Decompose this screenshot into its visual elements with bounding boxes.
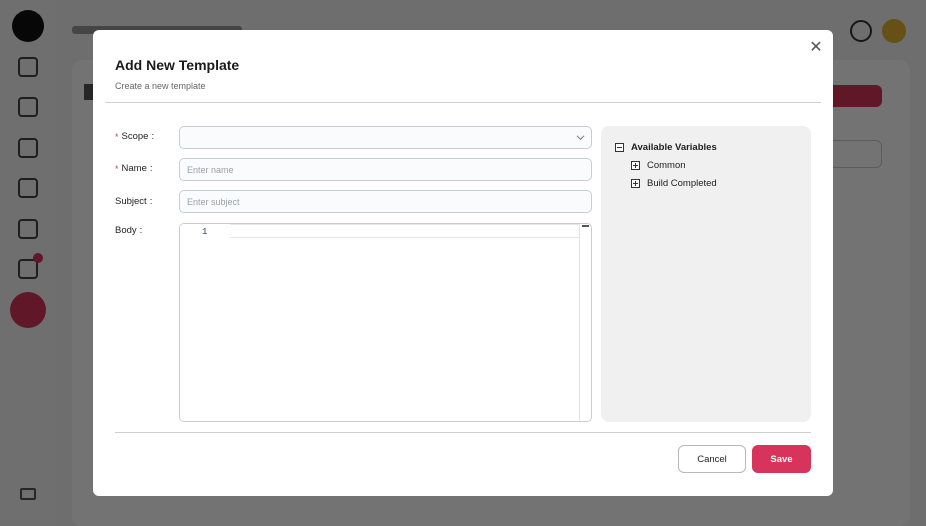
body-code-editor[interactable]: 1 bbox=[179, 223, 592, 422]
body-label: Body : bbox=[115, 225, 143, 236]
footer-divider bbox=[115, 432, 811, 433]
variables-tree-item-build-completed[interactable]: Build Completed bbox=[615, 174, 797, 192]
scope-select[interactable] bbox=[179, 126, 592, 149]
variables-tree-item-common[interactable]: Common bbox=[615, 156, 797, 174]
subject-label: Subject: bbox=[115, 196, 153, 207]
scope-label: * Scope: bbox=[115, 131, 155, 142]
required-mark: * bbox=[115, 163, 119, 174]
name-label: * Name: bbox=[115, 163, 153, 174]
dialog-title: Add New Template bbox=[115, 57, 240, 73]
variables-tree-root[interactable]: Available Variables bbox=[615, 138, 797, 156]
line-number: 1 bbox=[202, 227, 208, 237]
dialog-subtitle: Create a new template bbox=[115, 81, 206, 91]
available-variables-panel: Available Variables Common Build Complet… bbox=[601, 126, 811, 422]
name-field[interactable] bbox=[179, 158, 592, 181]
editor-gutter: 1 bbox=[180, 224, 230, 421]
chevron-down-icon bbox=[576, 135, 585, 141]
header-divider bbox=[105, 102, 821, 103]
close-icon[interactable]: ✕ bbox=[807, 38, 825, 56]
cancel-button[interactable]: Cancel bbox=[678, 445, 746, 473]
expand-icon[interactable] bbox=[631, 160, 640, 170]
collapse-icon[interactable] bbox=[615, 142, 624, 152]
add-template-dialog: ✕ Add New Template Create a new template… bbox=[93, 30, 833, 496]
save-button[interactable]: Save bbox=[752, 445, 811, 473]
required-mark: * bbox=[115, 131, 119, 142]
editor-scrollbar[interactable] bbox=[579, 224, 591, 421]
active-line bbox=[230, 224, 579, 238]
expand-icon[interactable] bbox=[631, 178, 640, 188]
subject-field[interactable] bbox=[179, 190, 592, 213]
